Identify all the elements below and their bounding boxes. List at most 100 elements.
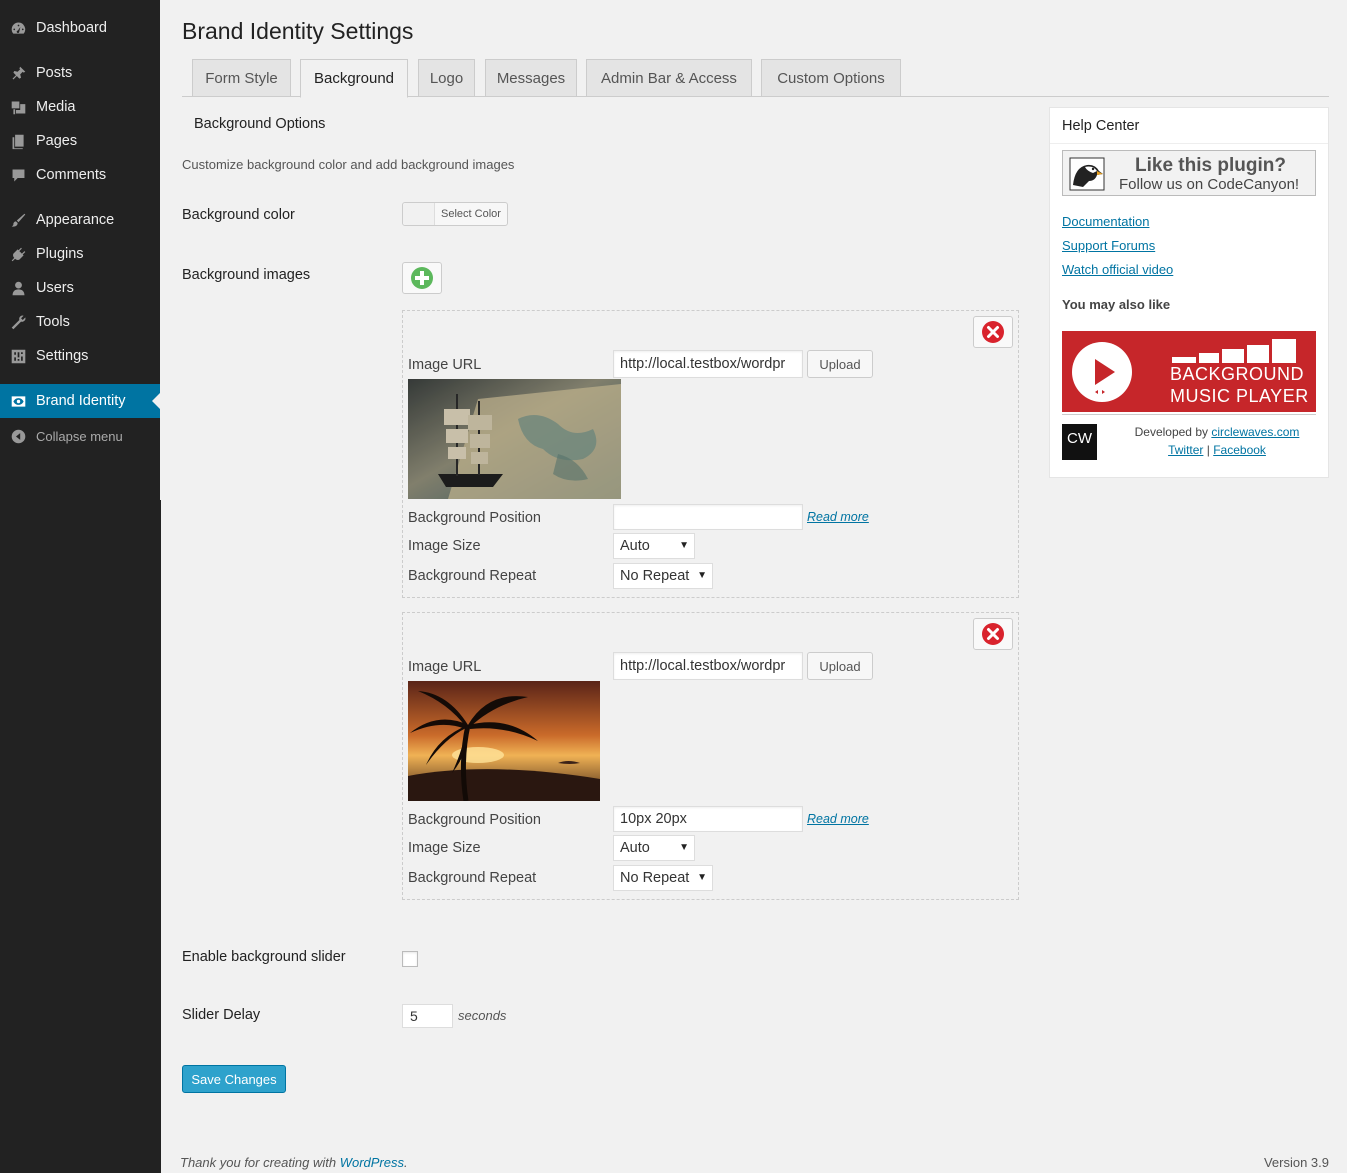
help-center-panel: Help Center Like this plugin? Follow us … (1049, 107, 1329, 478)
footer-thanks-text: Thank you for creating with (180, 1155, 337, 1170)
background-repeat-value: No Repeat (620, 870, 690, 886)
background-images-label: Background images (182, 267, 311, 283)
image-size-label: Image Size (408, 840, 481, 856)
pin-icon (0, 65, 36, 82)
read-more-link[interactable]: Read more (807, 510, 869, 524)
user-icon (0, 280, 36, 297)
image-size-label: Image Size (408, 538, 481, 554)
collapse-menu-button[interactable]: Collapse menu (0, 419, 160, 453)
sidebar-item-posts[interactable]: Posts (0, 56, 160, 90)
dropdown-arrow-icon: ▼ (697, 872, 707, 883)
image-size-value: Auto (620, 840, 650, 856)
pages-icon (0, 133, 36, 150)
sidebar-item-dashboard[interactable]: Dashboard (0, 11, 160, 45)
sidebar-item-label: Media (36, 99, 76, 115)
tab-custom-options[interactable]: Custom Options (761, 59, 901, 97)
dropdown-arrow-icon: ▼ (697, 570, 707, 581)
collapse-menu-label: Collapse menu (36, 428, 123, 444)
upload-button[interactable]: Upload (807, 350, 873, 378)
close-circle-icon (982, 623, 1004, 645)
slider-delay-input[interactable]: 5 (402, 1004, 453, 1028)
image-size-select[interactable]: Auto ▼ (613, 533, 695, 559)
link-separator: | (1206, 443, 1210, 457)
footer-thanks: Thank you for creating with WordPress. (180, 1155, 408, 1170)
settings-tabs: Form Style Background Logo Messages Admi… (182, 59, 1329, 98)
equalizer-bars-icon (1172, 339, 1296, 363)
add-image-button[interactable] (402, 262, 442, 294)
tab-background[interactable]: Background (300, 59, 408, 98)
sidebar-item-label: Dashboard (36, 20, 107, 36)
facebook-link[interactable]: Facebook (1213, 443, 1266, 457)
save-changes-button[interactable]: Save Changes (182, 1065, 286, 1093)
sidebar-item-users[interactable]: Users (0, 271, 160, 305)
support-forums-link[interactable]: Support Forums (1062, 238, 1155, 253)
developed-by-text: Developed by (1134, 425, 1208, 439)
close-circle-icon (982, 321, 1004, 343)
also-like-heading: You may also like (1062, 297, 1171, 312)
wrench-icon (0, 314, 36, 331)
tab-messages[interactable]: Messages (485, 59, 577, 97)
image-url-label: Image URL (408, 659, 482, 675)
upload-button[interactable]: Upload (807, 652, 873, 680)
tab-logo[interactable]: Logo (418, 59, 475, 97)
twitter-link[interactable]: Twitter (1168, 443, 1203, 457)
background-repeat-label: Background Repeat (408, 870, 537, 886)
sidebar-item-label: Plugins (36, 246, 84, 262)
section-description: Customize background color and add backg… (182, 157, 515, 172)
background-position-label: Background Position (408, 812, 541, 828)
sidebar-item-label: Pages (36, 133, 78, 149)
remove-image-button[interactable] (973, 618, 1013, 650)
sidebar-item-pages[interactable]: Pages (0, 124, 160, 158)
select-color-label: Select Color (441, 208, 501, 220)
enable-slider-label: Enable background slider (182, 949, 346, 965)
color-swatch (403, 203, 435, 225)
footer-version: Version 3.9 (1263, 1155, 1329, 1170)
circlewaves-link[interactable]: circlewaves.com (1211, 425, 1299, 439)
sidebar-item-label: Users (36, 280, 74, 296)
sidebar-item-tools[interactable]: Tools (0, 305, 160, 339)
sidebar-item-brand-identity[interactable]: Brand Identity (0, 384, 160, 418)
dashboard-icon (0, 20, 36, 37)
dropdown-arrow-icon: ▼ (679, 540, 689, 551)
image-url-label: Image URL (408, 357, 482, 373)
image-size-value: Auto (620, 538, 650, 554)
background-position-input[interactable] (613, 504, 803, 530)
read-more-link[interactable]: Read more (807, 812, 869, 826)
sidebar-item-label: Settings (36, 348, 89, 364)
collapse-arrow-icon (0, 428, 36, 445)
tab-admin-bar-access[interactable]: Admin Bar & Access (586, 59, 752, 97)
sidebar-item-appearance[interactable]: Appearance (0, 203, 160, 237)
codecanyon-banner[interactable]: Like this plugin? Follow us on CodeCanyo… (1062, 150, 1316, 196)
slider-delay-label: Slider Delay (182, 1007, 261, 1023)
slider-delay-unit: seconds (458, 1008, 507, 1023)
wordpress-link[interactable]: WordPress (340, 1155, 404, 1170)
developed-by: Developed by circlewaves.com Twitter | F… (1117, 423, 1317, 459)
remove-image-button[interactable] (973, 316, 1013, 348)
sidebar-item-media[interactable]: Media (0, 90, 160, 124)
watch-video-link[interactable]: Watch official video (1062, 262, 1173, 277)
page-title: Brand Identity Settings (182, 18, 414, 44)
background-music-player-banner[interactable]: BACKGROUND MUSIC PLAYER (1062, 331, 1316, 412)
image-url-input[interactable]: http://local.testbox/wordpr (613, 350, 803, 378)
sidebar-item-label: Posts (36, 65, 73, 81)
promo-divider (1062, 414, 1316, 415)
background-image-item: Image URL http://local.testbox/wordpr Up… (402, 612, 1019, 900)
background-repeat-select[interactable]: No Repeat ▼ (613, 563, 713, 589)
select-color-button[interactable]: Select Color (402, 202, 508, 226)
image-url-input[interactable]: http://local.testbox/wordpr (613, 652, 803, 680)
sidebar-edge (160, 500, 161, 1173)
enable-slider-checkbox[interactable] (402, 951, 418, 967)
play-button-icon (1072, 342, 1132, 402)
sidebar-item-comments[interactable]: Comments (0, 158, 160, 192)
background-color-label: Background color (182, 207, 295, 223)
plus-circle-icon (411, 267, 433, 289)
image-size-select[interactable]: Auto ▼ (613, 835, 695, 861)
background-position-input[interactable]: 10px 20px (613, 806, 803, 832)
sidebar-item-settings[interactable]: Settings (0, 339, 160, 373)
tab-form-style[interactable]: Form Style (192, 59, 291, 97)
sidebar-item-plugins[interactable]: Plugins (0, 237, 160, 271)
background-repeat-select[interactable]: No Repeat ▼ (613, 865, 713, 891)
cc-banner-headline: Like this plugin? (1135, 155, 1286, 176)
documentation-link[interactable]: Documentation (1062, 214, 1149, 229)
sidebar-item-label: Comments (36, 167, 107, 183)
